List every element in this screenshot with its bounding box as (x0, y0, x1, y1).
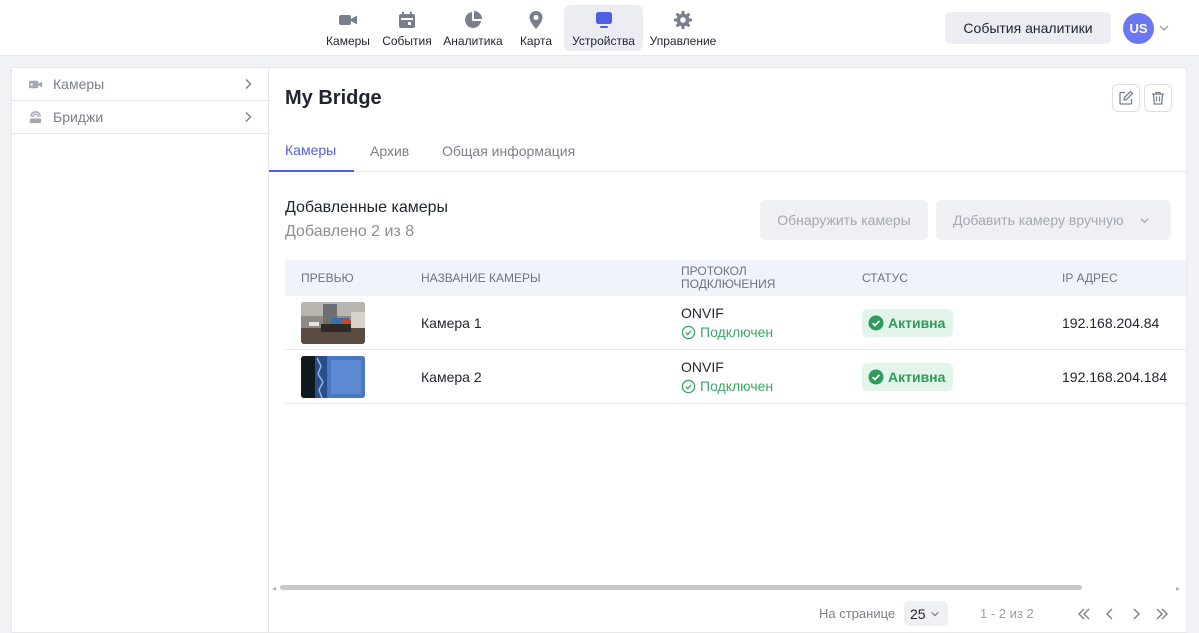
sidebar-item-cameras[interactable]: Камеры (12, 68, 268, 101)
chevron-down-icon[interactable] (1158, 22, 1170, 34)
sidebar-item-label: Камеры (53, 76, 105, 92)
check-circle-icon (681, 379, 696, 393)
monitor-icon (595, 12, 612, 28)
next-page-button[interactable] (1126, 604, 1146, 624)
chevron-right-icon (1133, 608, 1140, 620)
double-chevron-left-icon (1078, 608, 1090, 620)
avatar[interactable]: US (1123, 13, 1154, 44)
top-bar: Камеры События Аналитика Карта Устройств… (0, 0, 1199, 56)
connection-label: Подключен (700, 324, 774, 340)
camera-name: Камера 1 (421, 315, 482, 331)
main-panel: My Bridge Камеры Архив Общая информация … (268, 67, 1187, 633)
ip-address: 192.168.204.184 (1062, 369, 1168, 385)
camera-preview-thumbnail[interactable] (301, 302, 365, 344)
protocol-value: ONVIF (681, 359, 724, 375)
column-header-preview: ПРЕВЬЮ (301, 270, 354, 285)
per-page-value: 25 (910, 605, 926, 622)
double-chevron-right-icon (1156, 608, 1168, 620)
connection-label: Подключен (700, 378, 774, 394)
tab-cameras[interactable]: Камеры (269, 130, 354, 172)
nav-label: Карта (519, 34, 553, 48)
column-header-name: НАЗВАНИЕ КАМЕРЫ (421, 270, 541, 285)
check-circle-filled-icon (868, 369, 884, 385)
column-header-ip: IP АДРЕС (1062, 270, 1118, 285)
edit-icon (1119, 90, 1134, 105)
main-nav: Камеры События Аналитика Карта Устройств… (320, 5, 723, 51)
gear-icon (674, 11, 692, 29)
per-page-select[interactable]: 25 (904, 601, 948, 626)
camera-preview-thumbnail[interactable] (301, 356, 365, 398)
scroll-left-arrow-icon[interactable]: ◂ (272, 584, 276, 593)
status-badge: Активна (862, 309, 954, 337)
chevron-down-icon (930, 611, 939, 616)
chevron-down-icon (1140, 218, 1149, 224)
nav-item-cameras[interactable]: Камеры (320, 5, 376, 51)
analytics-events-button[interactable]: События аналитики (945, 12, 1111, 44)
table-header: ПРЕВЬЮ НАЗВАНИЕ КАМЕРЫ ПРОТОКОЛ ПОДКЛЮЧЕ… (285, 260, 1186, 296)
ip-address: 192.168.204.84 (1062, 315, 1160, 331)
sidebar-item-bridges[interactable]: Бриджи (12, 101, 268, 134)
camera-preview-image (301, 302, 365, 344)
nav-item-events[interactable]: События (376, 5, 438, 51)
add-camera-manual-button[interactable]: Добавить камеру вручную (936, 200, 1171, 240)
check-circle-filled-icon (868, 315, 884, 331)
table-row[interactable]: Камера 2 ONVIF Подключен Активна 192.168… (285, 350, 1186, 404)
last-page-button[interactable] (1152, 604, 1172, 624)
scroll-right-arrow-icon[interactable]: ▸ (1176, 584, 1180, 593)
pie-chart-icon (465, 11, 482, 28)
status-label: Активна (888, 315, 946, 331)
camera-preview-image (301, 356, 365, 398)
nav-item-map[interactable]: Карта (508, 5, 564, 51)
page-title: My Bridge (285, 87, 382, 109)
camera-icon (28, 80, 43, 88)
edit-button[interactable] (1112, 84, 1140, 112)
first-page-button[interactable] (1074, 604, 1094, 624)
tab-bar: Камеры Архив Общая информация (269, 130, 1186, 172)
nav-item-management[interactable]: Управление (643, 5, 723, 51)
prev-page-button[interactable] (1100, 604, 1120, 624)
per-page-label: На странице (819, 606, 896, 621)
scrollbar-thumb[interactable] (280, 585, 1082, 590)
camera-name: Камера 2 (421, 369, 482, 385)
chevron-right-icon (245, 112, 252, 122)
pagination-range: 1 - 2 из 2 (980, 606, 1034, 621)
camera-icon (339, 15, 357, 25)
nav-label: События (382, 34, 432, 48)
chevron-left-icon (1106, 608, 1113, 620)
column-header-protocol: ПРОТОКОЛ ПОДКЛЮЧЕНИЯ (681, 264, 776, 291)
tab-general-info[interactable]: Общая информация (442, 130, 575, 172)
nav-label: Аналитика (443, 34, 503, 48)
bridge-icon (29, 110, 42, 123)
map-pin-icon (529, 11, 543, 29)
discover-cameras-button[interactable]: Обнаружить камеры (760, 200, 928, 240)
add-camera-manual-label: Добавить камеру вручную (953, 212, 1124, 228)
column-header-status: СТАТУС (862, 270, 908, 285)
nav-label: Управление (649, 34, 717, 48)
nav-item-analytics[interactable]: Аналитика (438, 5, 508, 51)
trash-icon (1152, 91, 1164, 105)
status-label: Активна (888, 369, 946, 385)
delete-button[interactable] (1144, 84, 1172, 112)
table-row[interactable]: Камера 1 ONVIF Подключен Активна 192.168… (285, 296, 1186, 350)
protocol-value: ONVIF (681, 305, 724, 321)
connection-status: Подключен (681, 378, 773, 394)
connection-status: Подключен (681, 324, 773, 340)
section-subtitle: Добавлено 2 из 8 (285, 223, 415, 240)
status-badge: Активна (862, 363, 954, 391)
chevron-right-icon (245, 79, 252, 89)
section-title: Добавленные камеры (285, 199, 449, 216)
nav-item-devices[interactable]: Устройства (564, 5, 643, 51)
nav-label: Устройства (572, 34, 635, 48)
tab-archive[interactable]: Архив (370, 130, 409, 172)
sidebar-item-label: Бриджи (53, 109, 104, 125)
check-circle-icon (681, 325, 696, 339)
calendar-icon (399, 11, 415, 28)
sidebar: Камеры Бриджи (11, 67, 268, 633)
nav-label: Камеры (326, 34, 370, 48)
